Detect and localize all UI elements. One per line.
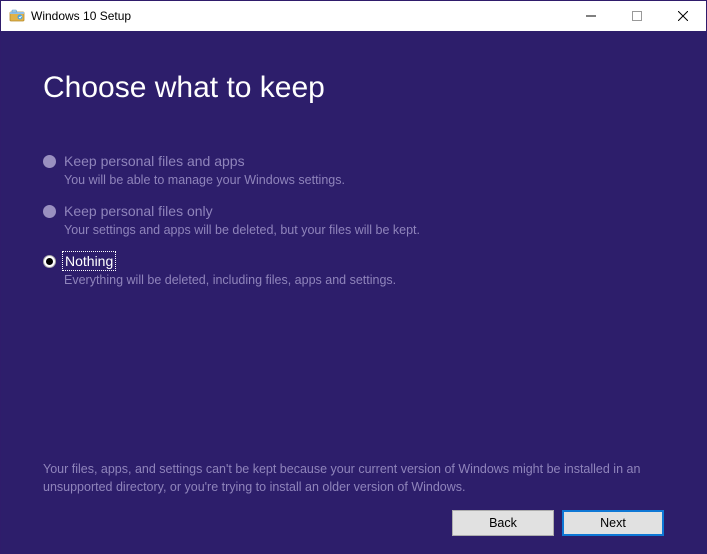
page-title: Choose what to keep: [43, 71, 664, 105]
option-label: Nothing: [64, 253, 114, 269]
radio-icon: [43, 255, 56, 268]
maximize-button: [614, 1, 660, 31]
titlebar: Windows 10 Setup: [1, 1, 706, 31]
options-group: Keep personal files and apps You will be…: [43, 153, 664, 461]
window-title: Windows 10 Setup: [31, 9, 568, 23]
radio-icon: [43, 205, 56, 218]
footer-note: Your files, apps, and settings can't be …: [43, 461, 664, 496]
option-description: You will be able to manage your Windows …: [64, 173, 664, 187]
button-row: Back Next: [43, 510, 664, 536]
app-icon: [9, 8, 25, 24]
option-label: Keep personal files and apps: [64, 153, 245, 169]
window-controls: [568, 1, 706, 31]
minimize-button[interactable]: [568, 1, 614, 31]
radio-icon: [43, 155, 56, 168]
next-button[interactable]: Next: [562, 510, 664, 536]
option-description: Everything will be deleted, including fi…: [64, 273, 664, 287]
option-description: Your settings and apps will be deleted, …: [64, 223, 664, 237]
option-label: Keep personal files only: [64, 203, 213, 219]
option-keep-files-only[interactable]: Keep personal files only Your settings a…: [43, 203, 664, 237]
back-button[interactable]: Back: [452, 510, 554, 536]
setup-content: Choose what to keep Keep personal files …: [1, 31, 706, 554]
option-keep-files-apps[interactable]: Keep personal files and apps You will be…: [43, 153, 664, 187]
close-button[interactable]: [660, 1, 706, 31]
option-nothing[interactable]: Nothing Everything will be deleted, incl…: [43, 253, 664, 287]
